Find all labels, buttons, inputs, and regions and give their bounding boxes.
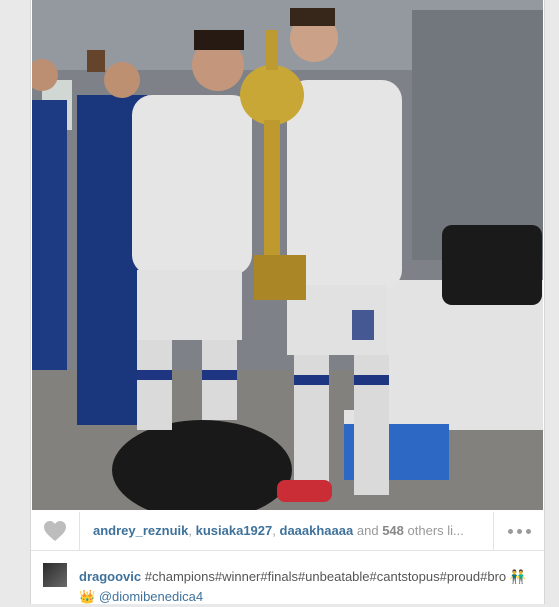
likes-summary: andrey_reznuik, kusiaka1927, daaakhaaaa …: [93, 523, 489, 538]
liker-separator: ,: [188, 523, 192, 538]
caption-hashtags: #champions#winner#finals#unbeatable#cant…: [144, 569, 507, 584]
liker-username[interactable]: andrey_reznuik: [93, 523, 188, 538]
liker-username[interactable]: daaakhaaaa: [280, 523, 354, 538]
caption-username[interactable]: dragoovic: [79, 569, 141, 584]
photo-illustration: [32, 0, 543, 510]
like-button[interactable]: [31, 512, 80, 550]
likes-others-text[interactable]: others li...: [408, 523, 464, 538]
likes-count[interactable]: 548: [382, 523, 404, 538]
heart-icon: [44, 521, 66, 541]
likes-and-text: and: [356, 523, 379, 538]
liker-separator: ,: [272, 523, 276, 538]
post-actions-bar: andrey_reznuik, kusiaka1927, daaakhaaaa …: [31, 512, 544, 551]
more-options-button[interactable]: [493, 512, 544, 550]
post-caption: dragoovic #champions#winner#finals#unbea…: [31, 552, 544, 604]
caption-text: dragoovic #champions#winner#finals#unbea…: [79, 567, 539, 607]
liker-username[interactable]: kusiaka1927: [196, 523, 273, 538]
more-dots-icon: [506, 528, 533, 534]
caption-mention[interactable]: @diomibenedica4: [99, 589, 203, 604]
post-card: andrey_reznuik, kusiaka1927, daaakhaaaa …: [30, 0, 545, 604]
avatar[interactable]: [43, 563, 67, 587]
post-photo[interactable]: [32, 0, 543, 510]
